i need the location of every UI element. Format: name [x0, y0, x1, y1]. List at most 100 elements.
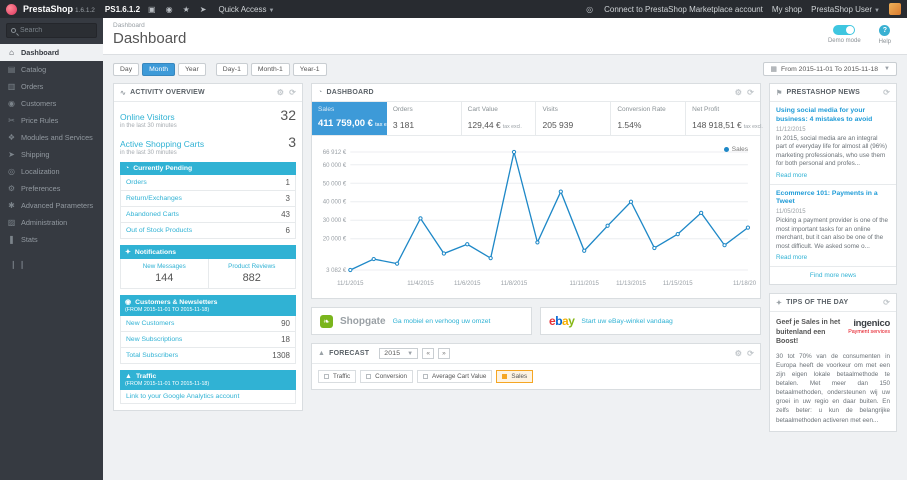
- quick-access-menu[interactable]: Quick Access ▼: [218, 5, 274, 14]
- kpi-orders[interactable]: Orders 3 181: [387, 102, 462, 135]
- sidebar-item-customers[interactable]: ◉ Customers: [0, 95, 103, 112]
- gear-icon[interactable]: ⚙: [735, 349, 742, 358]
- date-range-picker[interactable]: ▦ From 2015-11-01 To 2015-11-18 ▼: [763, 62, 897, 76]
- ebay-link[interactable]: Start uw eBay-winkel vandaag: [581, 318, 672, 325]
- news-article-excerpt: In 2015, social media are an integral pa…: [776, 134, 887, 168]
- forecast-option-sales[interactable]: Sales: [496, 370, 534, 383]
- online-visitors-link[interactable]: Online Visitors: [120, 112, 175, 122]
- new-subscriptions-link[interactable]: New Subscriptions: [126, 336, 182, 343]
- forecast-icon: ▲: [318, 350, 326, 357]
- filter-month-1-button[interactable]: Month-1: [250, 62, 290, 76]
- filter-day-button[interactable]: Day: [113, 62, 140, 76]
- sidebar-item-administration[interactable]: ▨ Administration: [0, 214, 103, 231]
- my-shop-link[interactable]: My shop: [772, 5, 802, 14]
- cart-icon[interactable]: ▣: [146, 5, 158, 14]
- demo-mode-toggle[interactable]: [833, 25, 856, 35]
- notifications-header: ✦ Notifications: [120, 245, 296, 259]
- new-messages-cell[interactable]: New Messages 144: [121, 259, 208, 288]
- shopgate-name: Shopgate: [340, 315, 386, 327]
- shopgate-link[interactable]: Ga mobiel en verhoog uw omzet: [393, 318, 491, 325]
- forecast-option-average-cart-value[interactable]: Average Cart Value: [417, 370, 493, 383]
- filter-year-1-button[interactable]: Year-1: [292, 62, 327, 76]
- filter-day-1-button[interactable]: Day-1: [215, 62, 248, 76]
- main-content: Dashboard Dashboard Demo mode ? Help Day…: [103, 18, 907, 480]
- refresh-icon[interactable]: ⟳: [289, 88, 296, 97]
- filter-year-button[interactable]: Year: [177, 62, 206, 76]
- star-icon[interactable]: ★: [181, 5, 192, 14]
- total-subscribers-link[interactable]: Total Subscribers: [126, 352, 178, 359]
- svg-text:11/6/2015: 11/6/2015: [454, 281, 481, 287]
- users-icon: ◉: [125, 299, 132, 306]
- user-menu[interactable]: PrestaShop User ▼: [811, 5, 880, 14]
- sidebar-item-modules-and-services[interactable]: ❖ Modules and Services: [0, 129, 103, 146]
- gear-icon[interactable]: ⚙: [735, 88, 742, 97]
- news-article-title-link[interactable]: Using social media for your business: 4 …: [776, 107, 890, 125]
- chevron-down-icon: ▼: [884, 66, 890, 72]
- kpi-sales[interactable]: Sales 411 759,00 € tax excl.: [312, 102, 395, 135]
- news-article-excerpt: Picking a payment provider is one of the…: [776, 217, 889, 250]
- active-carts-value: 3: [288, 134, 296, 150]
- refresh-icon[interactable]: ⟳: [883, 88, 890, 97]
- sidebar-item-advanced-parameters[interactable]: ✱ Advanced Parameters: [0, 197, 103, 214]
- returns-link[interactable]: Return/Exchanges: [126, 195, 182, 202]
- read-more-link[interactable]: Read more: [776, 254, 807, 261]
- sidebar-item-preferences[interactable]: ⚙ Preferences: [0, 180, 103, 197]
- kpi-net-profit[interactable]: Net Profit 148 918,51 € tax excl.: [686, 102, 763, 135]
- product-reviews-cell[interactable]: Product Reviews 882: [207, 259, 296, 288]
- chevron-down-icon: ▼: [268, 7, 275, 14]
- forecast-options: Traffic Conversion Average Cart Value Sa…: [312, 364, 760, 389]
- pending-row-orders: Orders 1: [120, 175, 296, 191]
- new-messages-link[interactable]: New Messages: [123, 263, 206, 270]
- refresh-icon[interactable]: ⟳: [883, 298, 890, 307]
- sidebar-collapse-icon[interactable]: ❙❙: [10, 260, 103, 269]
- kpi-cart-value[interactable]: Cart Value 129,44 € tax excl.: [462, 102, 537, 135]
- module-promos: ❧ Shopgate Ga mobiel en verhoog uw omzet…: [311, 307, 761, 335]
- refresh-icon[interactable]: ⟳: [747, 88, 754, 97]
- next-year-button[interactable]: »: [438, 348, 450, 359]
- filter-month-button[interactable]: Month: [142, 62, 175, 76]
- refresh-icon[interactable]: ⟳: [747, 349, 754, 358]
- sidebar-item-price-rules[interactable]: ✂ Price Rules: [0, 112, 103, 129]
- orders-link[interactable]: Orders: [126, 179, 147, 186]
- forecast-option-conversion[interactable]: Conversion: [360, 370, 414, 383]
- svg-text:11/18/2015: 11/18/2015: [733, 281, 756, 287]
- rocket-icon[interactable]: ➤: [198, 5, 209, 14]
- kpi-conversion-rate[interactable]: Conversion Rate 1.54%: [611, 102, 687, 135]
- traffic-header: ▲ Traffic (FROM 2015-11-01 TO 2015-11-18): [120, 370, 296, 390]
- sidebar-item-shipping[interactable]: ➤ Shipping: [0, 146, 103, 163]
- header-controls: Demo mode ? Help: [828, 25, 891, 45]
- new-subscriptions-row: New Subscriptions 18: [120, 332, 296, 348]
- sidebar-item-dashboard[interactable]: ⌂ Dashboard: [0, 44, 103, 61]
- forecast-year-select[interactable]: 2015 ▼: [379, 348, 419, 359]
- product-reviews-link[interactable]: Product Reviews: [211, 263, 294, 270]
- sidebar-item-stats[interactable]: ❚ Stats: [0, 231, 103, 248]
- activity-column: ∿ Activity overview ⚙ ⟳ Online Visitors 3…: [113, 83, 303, 411]
- marketplace-link[interactable]: Connect to PrestaShop Marketplace accoun…: [604, 5, 763, 14]
- avatar[interactable]: [889, 3, 901, 15]
- svg-text:11/4/2015: 11/4/2015: [407, 281, 434, 287]
- sales-line-chart[interactable]: 66 912 € 60 000 € 50 000 € 40 000 € 30 000 €…: [316, 144, 763, 294]
- news-article-title-link[interactable]: Ecommerce 101: Payments in a Tweet: [776, 190, 890, 208]
- previous-year-button[interactable]: «: [422, 348, 435, 359]
- forecast-option-traffic[interactable]: Traffic: [318, 370, 357, 383]
- find-more-news-link[interactable]: Find more news: [810, 272, 856, 279]
- abandoned-carts-link[interactable]: Abandoned Carts: [126, 211, 179, 218]
- puzzle-icon: ❖: [7, 133, 16, 142]
- news-article: Ecommerce 101: Payments in a Tweet 11/05…: [770, 185, 896, 268]
- search-input[interactable]: [20, 27, 92, 34]
- bell-icon: ✦: [125, 249, 131, 256]
- sidebar-item-localization[interactable]: ◎ Localization: [0, 163, 103, 180]
- sidebar-item-catalog[interactable]: ▤ Catalog: [0, 61, 103, 78]
- new-customers-link[interactable]: New Customers: [126, 320, 174, 327]
- read-more-link[interactable]: Read more: [776, 172, 807, 179]
- gear-icon[interactable]: ⚙: [277, 88, 284, 97]
- active-carts-link[interactable]: Active Shopping Carts: [120, 139, 204, 149]
- help-icon[interactable]: ?: [879, 25, 891, 36]
- kpi-visits[interactable]: Visits 205 939: [536, 102, 612, 135]
- google-analytics-link[interactable]: Link to your Google Analytics account: [126, 393, 239, 400]
- sidebar-item-orders[interactable]: ▥ Orders: [0, 78, 103, 95]
- profile-icon[interactable]: ◉: [164, 5, 175, 14]
- out-of-stock-link[interactable]: Out of Stock Products: [126, 227, 192, 234]
- checkbox-icon: [366, 374, 372, 379]
- tax-note: tax excl.: [502, 124, 522, 130]
